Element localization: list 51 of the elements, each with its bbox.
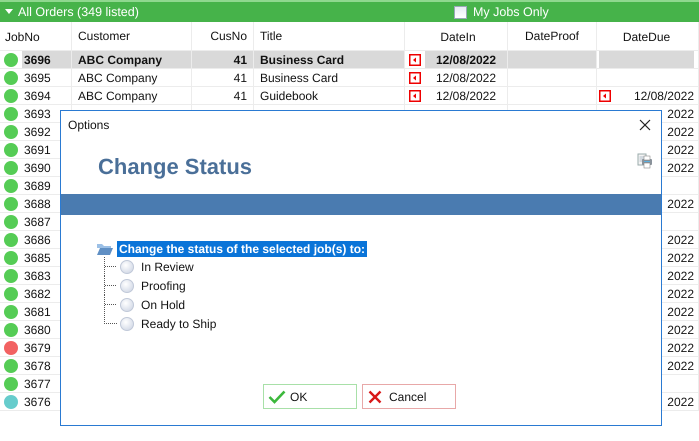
cancel-button[interactable]: Cancel	[362, 384, 456, 409]
table-cell: Business Card	[254, 69, 405, 86]
table-cell-text: 2022	[667, 142, 694, 158]
table-cell-text: 2022	[667, 322, 694, 338]
table-cell: ABC Company	[72, 69, 192, 86]
ok-button[interactable]: OK	[263, 384, 357, 409]
checkbox-label: My Jobs Only	[473, 5, 549, 19]
close-icon[interactable]	[639, 119, 651, 131]
table-cell-text: 2022	[667, 250, 694, 266]
caret-icon	[5, 9, 13, 15]
radio-button[interactable]	[120, 316, 134, 330]
table-cell-text: 2022	[667, 340, 694, 356]
printer-icon[interactable]	[637, 152, 653, 168]
table-cell-text: 12/08/2022	[634, 88, 694, 104]
table-cell-text: 2022	[667, 124, 694, 140]
job-number-cell[interactable]: 3695	[22, 69, 71, 86]
tree-root-label[interactable]: Change the status of the selected job(s) to:	[117, 241, 368, 257]
table-cell-text: 2022	[667, 160, 694, 176]
radio-button[interactable]	[120, 298, 134, 312]
table-cell-text: 12/08/2022	[434, 70, 498, 86]
table-cell-text: 12/08/2022	[434, 88, 498, 104]
table-cell: Guidebook	[254, 87, 405, 104]
table-cell-text: 2022	[667, 106, 694, 122]
table-cell-text: 2022	[667, 286, 694, 302]
table-cell-text: 2022	[667, 196, 694, 212]
dialog-heading: Change Status	[98, 154, 252, 180]
table-cell-text: 2022	[667, 232, 694, 248]
job-number-cell[interactable]: 3694	[22, 87, 71, 104]
checkbox[interactable]	[454, 6, 467, 18]
folder-icon	[96, 242, 114, 256]
table-cell: 41	[192, 51, 254, 68]
table-cell-text: 2022	[667, 268, 694, 284]
job-number-cell[interactable]: 3696	[22, 51, 71, 68]
radio-label[interactable]: Proofing	[141, 278, 186, 292]
table-cell-text: 2022	[667, 358, 694, 374]
table-cell: Business Card	[254, 51, 405, 68]
radio-label[interactable]: On Hold	[141, 298, 186, 312]
close-icon	[368, 390, 382, 404]
checkmark-icon	[268, 390, 286, 404]
table-cell-text: 2022	[667, 394, 694, 410]
table-cell: 41	[192, 87, 254, 104]
table-cell: ABC Company	[72, 51, 192, 68]
dialog-title: Options	[68, 118, 110, 132]
radio-label[interactable]: In Review	[141, 260, 194, 274]
radio-button[interactable]	[120, 278, 134, 292]
table-cell: 41	[192, 69, 254, 86]
table-cell: ABC Company	[72, 87, 192, 104]
table-cell-text: 2022	[667, 304, 694, 320]
radio-button[interactable]	[120, 260, 134, 274]
table-cell: 12/08/2022	[425, 51, 507, 68]
radio-label[interactable]: Ready to Ship	[141, 316, 216, 330]
